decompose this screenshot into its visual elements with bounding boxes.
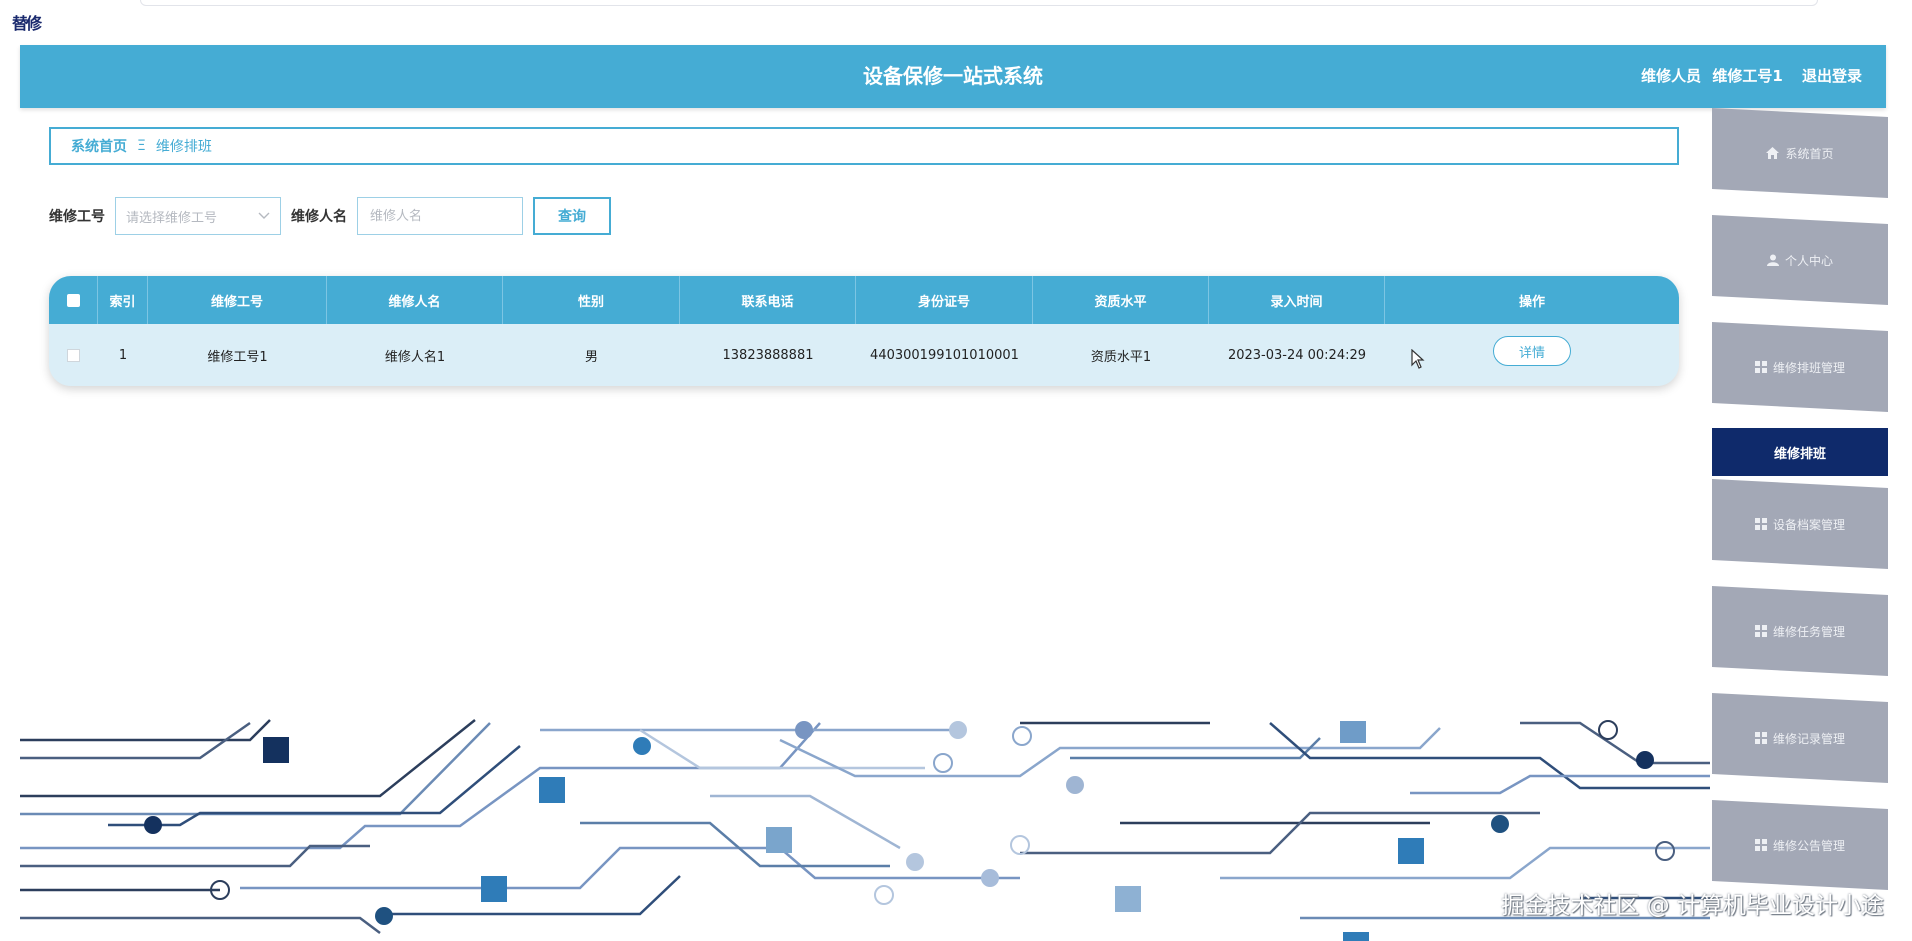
- logout-link[interactable]: 退出登录: [1802, 67, 1862, 85]
- sidebar-item-label: 维修记录管理: [1772, 731, 1845, 746]
- column-header: 维修工号: [148, 276, 327, 324]
- column-header: 身份证号: [856, 276, 1033, 324]
- grid-icon: [1754, 518, 1767, 530]
- cell-qualification: 资质水平1: [1090, 349, 1152, 365]
- sidebar-item-label: 维修公告管理: [1772, 838, 1845, 853]
- username: 维修工号1: [1712, 67, 1783, 85]
- cell-created-at: 2023-03-24 00:24:29: [1227, 347, 1367, 363]
- worker-id-label: 维修工号: [49, 209, 105, 225]
- worker-name-input[interactable]: [357, 197, 523, 235]
- header-checkbox-cell: [49, 276, 98, 324]
- worker-id-select[interactable]: 请选择维修工号: [115, 197, 281, 235]
- grid-icon: [1754, 361, 1767, 373]
- cell-worker-name: 维修人名1: [384, 349, 446, 365]
- page-title: 设备保修一站式系统: [863, 64, 1043, 88]
- sidebar-item-label: 维修任务管理: [1772, 624, 1845, 639]
- row-checkbox-cell: [49, 324, 98, 386]
- column-header: 联系电话: [680, 276, 856, 324]
- sidebar-item-device-archive[interactable]: 设备档案管理: [1712, 479, 1888, 569]
- header-bar: 设备保修一站式系统 维修人员 维修工号1 退出登录: [20, 45, 1886, 108]
- corner-mark: 替修: [12, 14, 42, 33]
- worker-name-label: 维修人名: [291, 209, 347, 225]
- column-header: 录入时间: [1209, 276, 1385, 324]
- cell-action: 详情: [1385, 324, 1679, 386]
- grid-icon: [1754, 625, 1767, 637]
- user-info: 维修人员 维修工号1 退出登录: [1635, 45, 1862, 108]
- grid-icon: [1754, 732, 1767, 744]
- sidebar-item-schedule[interactable]: 维修排班: [1712, 428, 1888, 476]
- row-checkbox[interactable]: [67, 348, 80, 362]
- column-header: 操作: [1518, 294, 1545, 310]
- sidebar-item-profile[interactable]: 个人中心: [1712, 215, 1888, 305]
- sidebar-item-notice-mgmt[interactable]: 维修公告管理: [1712, 800, 1888, 890]
- sidebar-item-label: 维修排班: [1773, 446, 1826, 462]
- breadcrumb-home[interactable]: 系统首页: [71, 136, 127, 156]
- table-header: 索引 维修工号 维修人名 性别 联系电话 身份证号 资质水平 录入时间 操作: [49, 276, 1679, 324]
- sidebar-item-home[interactable]: 系统首页: [1712, 108, 1888, 198]
- breadcrumb-current: 维修排班: [155, 139, 212, 155]
- worker-id-select-placeholder: 请选择维修工号: [126, 210, 218, 226]
- column-header: 索引: [98, 276, 148, 324]
- sidebar-item-label: 系统首页: [1785, 146, 1834, 161]
- sidebar-item-schedule-mgmt[interactable]: 维修排班管理: [1712, 322, 1888, 412]
- browser-top-bar: [140, 0, 1818, 6]
- column-header: 维修人名: [327, 276, 503, 324]
- sidebar-item-label: 设备档案管理: [1772, 517, 1845, 532]
- table-row: 1 维修工号1 维修人名1 男 13823888881 440300199101…: [49, 324, 1679, 386]
- chevron-down-icon: [258, 209, 270, 223]
- cell-gender: 男: [584, 349, 598, 365]
- home-icon: [1766, 147, 1780, 159]
- column-header: 性别: [503, 276, 680, 324]
- user-icon: [1766, 254, 1779, 266]
- sidebar: 系统首页 个人中心 维修排班管理 维修排班 设备档案管理 维修任务管理 维修记录…: [1712, 108, 1888, 941]
- query-button[interactable]: 查询: [533, 197, 611, 235]
- select-all-checkbox[interactable]: [66, 293, 80, 307]
- circuit-decoration: [20, 719, 1710, 941]
- sidebar-item-task-mgmt[interactable]: 维修任务管理: [1712, 586, 1888, 676]
- user-role: 维修人员: [1641, 67, 1702, 85]
- watermark: 掘金技术社区 @ 计算机毕业设计小途: [1501, 893, 1884, 919]
- sidebar-item-record-mgmt[interactable]: 维修记录管理: [1712, 693, 1888, 783]
- schedule-table: 索引 维修工号 维修人名 性别 联系电话 身份证号 资质水平 录入时间 操作 1…: [49, 276, 1679, 386]
- breadcrumb: 系统首页 Ξ 维修排班: [49, 127, 1679, 165]
- mouse-cursor-icon: [1411, 349, 1425, 369]
- search-form: 维修工号 请选择维修工号 维修人名 查询: [49, 197, 611, 235]
- cell-phone: 13823888881: [722, 347, 814, 363]
- breadcrumb-separator: Ξ: [137, 138, 146, 154]
- detail-button[interactable]: 详情: [1493, 336, 1571, 366]
- cell-index: 1: [118, 347, 128, 363]
- cell-id-card: 440300199101010001: [870, 347, 1019, 363]
- sidebar-item-label: 维修排班管理: [1772, 360, 1845, 375]
- column-header: 资质水平: [1033, 276, 1209, 324]
- grid-icon: [1754, 839, 1767, 851]
- sidebar-item-label: 个人中心: [1784, 253, 1833, 268]
- cell-worker-id: 维修工号1: [207, 349, 268, 365]
